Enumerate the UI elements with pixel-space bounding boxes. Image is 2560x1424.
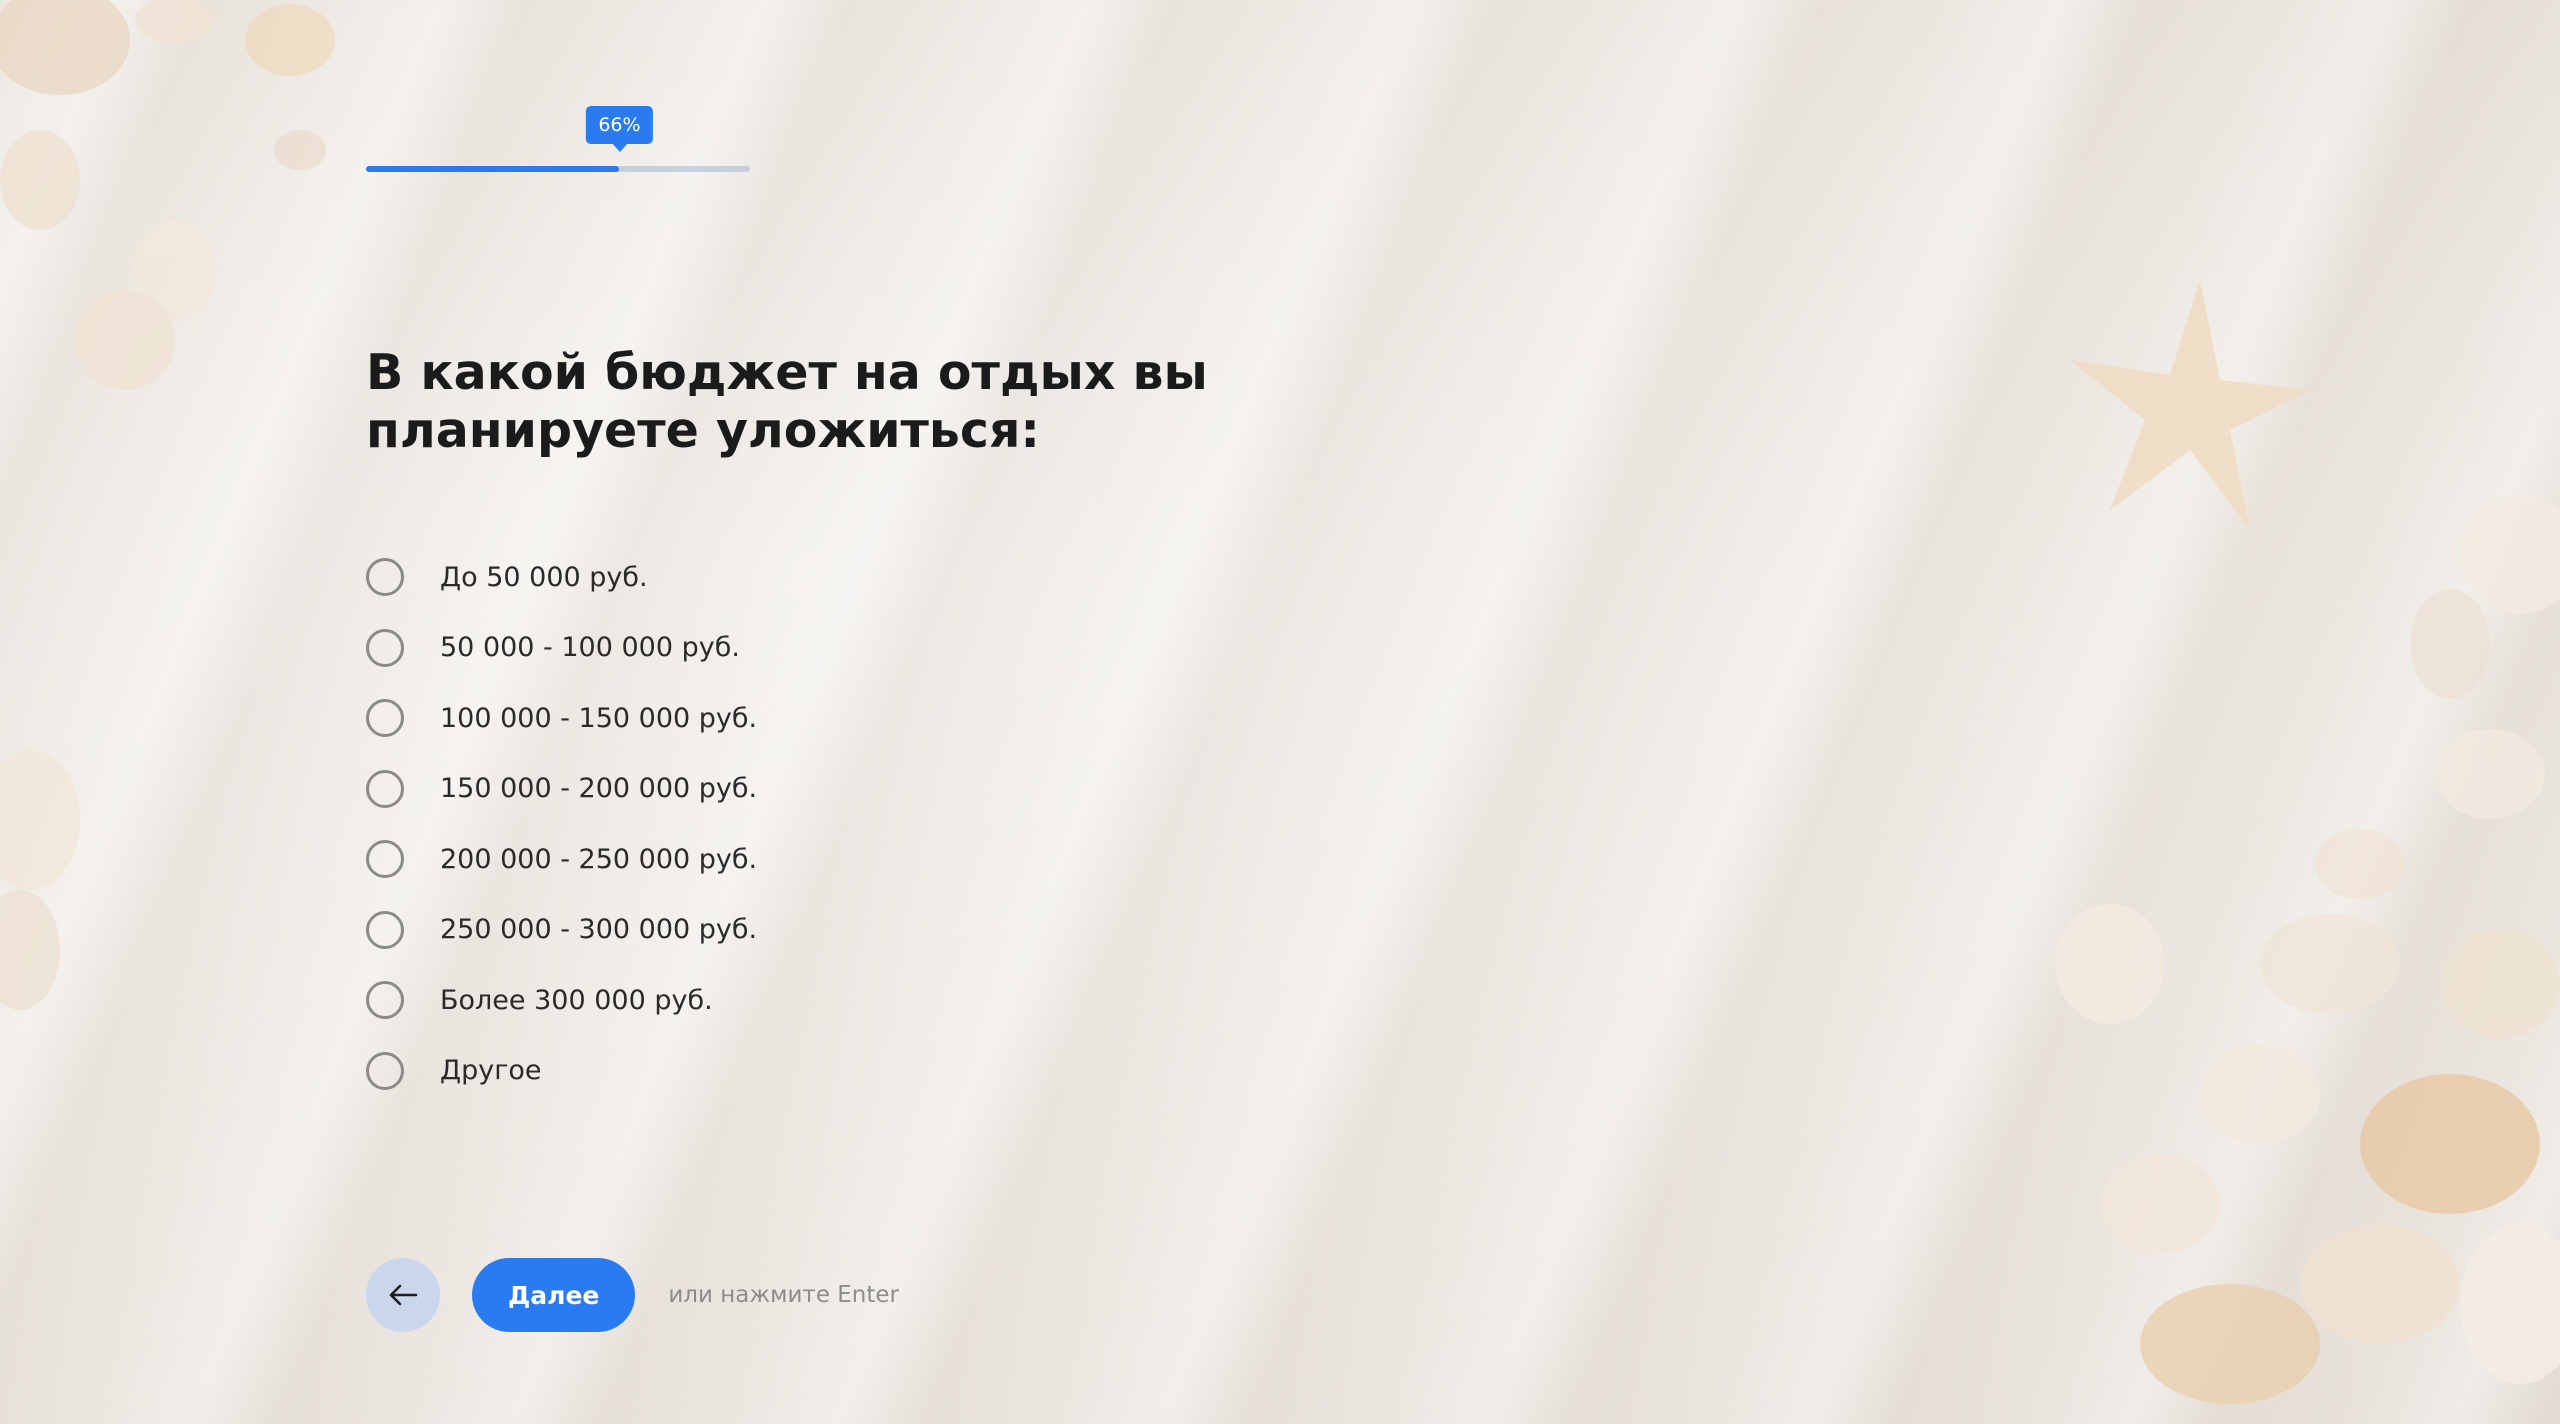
option-budget-6[interactable]: 250 000 - 300 000 руб. xyxy=(366,895,1066,966)
radio-button[interactable] xyxy=(366,840,404,879)
answer-options: До 50 000 руб. 50 000 - 100 000 руб. 100… xyxy=(366,542,1066,1106)
arrow-left-icon xyxy=(389,1284,418,1306)
quiz-navigation: Далее или нажмите Enter xyxy=(366,1258,899,1332)
option-label: 50 000 - 100 000 руб. xyxy=(440,632,740,664)
seashells-right-decoration xyxy=(2055,494,2560,1404)
option-label: До 50 000 руб. xyxy=(440,561,648,593)
radio-button[interactable] xyxy=(366,910,404,949)
option-label: 100 000 - 150 000 руб. xyxy=(440,702,758,734)
progress-percent-badge: 66% xyxy=(586,106,653,144)
seashells-left-decoration xyxy=(0,750,80,1010)
option-budget-7[interactable]: Более 300 000 руб. xyxy=(366,965,1066,1036)
option-label: Более 300 000 руб. xyxy=(440,984,713,1016)
radio-button[interactable] xyxy=(366,1051,404,1090)
option-budget-3[interactable]: 100 000 - 150 000 руб. xyxy=(366,683,1066,754)
starfish-decoration xyxy=(2070,280,2310,530)
option-budget-1[interactable]: До 50 000 руб. xyxy=(366,542,1066,613)
option-other[interactable]: Другое xyxy=(366,1036,1066,1107)
radio-button[interactable] xyxy=(366,558,404,597)
radio-button[interactable] xyxy=(366,981,404,1020)
radio-button[interactable] xyxy=(366,769,404,808)
progress-track xyxy=(366,166,750,172)
progress-fill xyxy=(366,166,620,172)
option-label: 250 000 - 300 000 руб. xyxy=(440,914,758,946)
question-title: В какой бюджет на отдых вы планируете ул… xyxy=(366,344,1208,459)
progress-indicator: 66% xyxy=(366,106,750,172)
option-label: 150 000 - 200 000 руб. xyxy=(440,773,758,805)
option-budget-2[interactable]: 50 000 - 100 000 руб. xyxy=(366,613,1066,684)
next-button[interactable]: Далее xyxy=(472,1258,636,1332)
option-budget-5[interactable]: 200 000 - 250 000 руб. xyxy=(366,824,1066,895)
seashells-top-left-decoration xyxy=(0,0,335,390)
radio-button[interactable] xyxy=(366,628,404,667)
enter-hint: или нажмите Enter xyxy=(668,1282,900,1308)
radio-button[interactable] xyxy=(366,699,404,738)
option-label: 200 000 - 250 000 руб. xyxy=(440,843,758,875)
back-button[interactable] xyxy=(366,1258,440,1332)
option-budget-4[interactable]: 150 000 - 200 000 руб. xyxy=(366,754,1066,825)
option-label: Другое xyxy=(440,1055,542,1087)
